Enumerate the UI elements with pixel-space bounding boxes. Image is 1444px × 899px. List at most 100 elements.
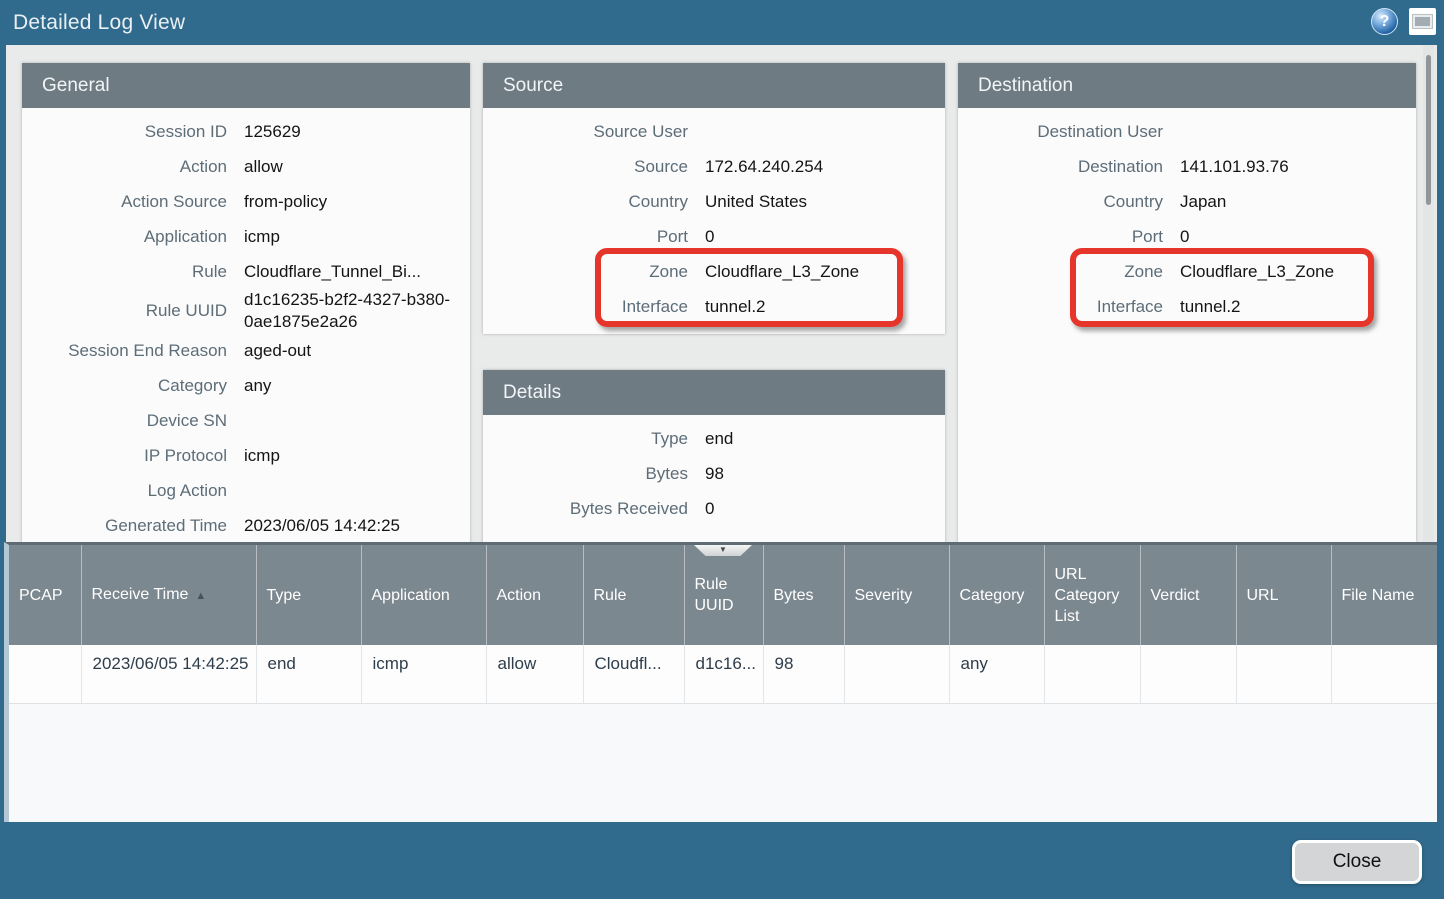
- column-header-severity[interactable]: Severity: [844, 545, 949, 645]
- field-label: Generated Time: [22, 516, 227, 536]
- field-row-rule-uuid: Rule UUIDd1c16235-b2f2-4327-b380-0ae1875…: [22, 289, 470, 333]
- source-panel-title: Source: [483, 75, 563, 97]
- field-value: Japan: [1163, 191, 1416, 213]
- column-header-label: Rule UUID: [695, 576, 734, 614]
- cell-type: end: [256, 645, 361, 703]
- field-label: Action: [22, 157, 227, 177]
- cell-rule: Cloudfl...: [583, 645, 684, 703]
- field-value: Cloudflare_L3_Zone: [688, 261, 945, 283]
- column-header-label: Severity: [855, 587, 913, 604]
- source-panel-header: Source: [483, 63, 945, 108]
- destination-panel-title: Destination: [958, 75, 1073, 97]
- column-header-label: Bytes: [774, 587, 814, 604]
- field-label: Destination User: [958, 122, 1163, 142]
- field-row-port: Port0: [483, 219, 945, 254]
- cell-rule-uuid: d1c16...: [684, 645, 763, 703]
- field-value: Cloudflare_L3_Zone: [1163, 261, 1416, 283]
- column-header-label: File Name: [1342, 587, 1415, 604]
- column-header-receive-time[interactable]: Receive Time ▲: [81, 545, 256, 645]
- field-label: Bytes: [483, 464, 688, 484]
- log-table-body: 2023/06/05 14:42:25endicmpallowCloudfl..…: [9, 645, 1437, 703]
- column-header-category[interactable]: Category: [949, 545, 1044, 645]
- column-header-url-category-list[interactable]: URL Category List: [1044, 545, 1140, 645]
- field-value: 2023/06/05 14:42:25: [227, 515, 470, 537]
- column-header-label: Application: [372, 587, 450, 604]
- field-row-country: CountryUnited States: [483, 184, 945, 219]
- field-row-application: Applicationicmp: [22, 219, 470, 254]
- field-row-type: Typeend: [483, 421, 945, 456]
- content-scrollbar-thumb[interactable]: [1426, 55, 1431, 205]
- cell-url-category-list: [1044, 645, 1140, 703]
- column-header-type[interactable]: Type: [256, 545, 361, 645]
- details-panel-header: Details: [483, 370, 945, 415]
- highlight-box: ZoneCloudflare_L3_ZoneInterfacetunnel.2: [958, 254, 1416, 324]
- log-table-row[interactable]: 2023/06/05 14:42:25endicmpallowCloudfl..…: [9, 645, 1437, 703]
- column-header-verdict[interactable]: Verdict: [1140, 545, 1236, 645]
- field-label: Zone: [483, 262, 688, 282]
- log-table-region: ▼ PCAP Receive Time ▲ Type Application Action…: [4, 542, 1437, 822]
- cell-pcap: [9, 645, 81, 703]
- maximize-window-icon-glyph: [1413, 15, 1432, 28]
- field-label: Country: [958, 192, 1163, 212]
- details-panel-title: Details: [483, 382, 561, 404]
- field-row-device-sn: Device SN: [22, 403, 470, 438]
- field-value: tunnel.2: [688, 296, 945, 318]
- column-header-label: URL Category List: [1055, 566, 1120, 625]
- field-label: Device SN: [22, 411, 227, 431]
- field-label: Session End Reason: [22, 341, 227, 361]
- field-label: Interface: [958, 297, 1163, 317]
- field-value: tunnel.2: [1163, 296, 1416, 318]
- column-header-url[interactable]: URL: [1236, 545, 1331, 645]
- field-row-category: Categoryany: [22, 368, 470, 403]
- cell-receive-time: 2023/06/05 14:42:25: [81, 645, 256, 703]
- field-row-session-end-reason: Session End Reasonaged-out: [22, 333, 470, 368]
- field-label: Session ID: [22, 122, 227, 142]
- cell-bytes: 98: [763, 645, 844, 703]
- field-value: allow: [227, 156, 470, 178]
- column-header-application[interactable]: Application: [361, 545, 486, 645]
- destination-panel-body: Destination User Destination141.101.93.76…: [958, 108, 1416, 324]
- column-header-label: Receive Time: [92, 586, 189, 603]
- sort-ascending-icon: ▲: [195, 590, 206, 602]
- field-row-ip-protocol: IP Protocolicmp: [22, 438, 470, 473]
- help-icon[interactable]: ?: [1371, 8, 1398, 35]
- field-label: Log Action: [22, 481, 227, 501]
- column-header-action[interactable]: Action: [486, 545, 583, 645]
- field-row-bytes-received: Bytes Received0: [483, 491, 945, 526]
- field-row-interface: Interfacetunnel.2: [958, 289, 1416, 324]
- log-table: PCAPReceive Time▲TypeApplicationActionRu…: [9, 545, 1437, 704]
- column-header-rule-uuid[interactable]: Rule UUID: [684, 545, 763, 645]
- column-header-label: Verdict: [1151, 587, 1200, 604]
- content-scrollbar-track[interactable]: [1423, 45, 1434, 542]
- field-label: Bytes Received: [483, 499, 688, 519]
- field-label: Action Source: [22, 192, 227, 212]
- dialog-footer: Close: [0, 822, 1444, 899]
- chevron-down-icon: ▼: [719, 546, 727, 554]
- field-row-port: Port0: [958, 219, 1416, 254]
- field-row-destination: Destination141.101.93.76: [958, 149, 1416, 184]
- column-header-bytes[interactable]: Bytes: [763, 545, 844, 645]
- details-panel: Details TypeendBytes98Bytes Received0: [483, 370, 945, 542]
- field-value: 0: [1163, 226, 1416, 248]
- column-header-file-name[interactable]: File Name: [1331, 545, 1437, 645]
- cell-action: allow: [486, 645, 583, 703]
- log-detail-content: General Session ID125629ActionallowActio…: [6, 45, 1437, 542]
- field-row-zone: ZoneCloudflare_L3_Zone: [958, 254, 1416, 289]
- dialog-title: Detailed Log View: [0, 11, 185, 35]
- field-value: aged-out: [227, 340, 470, 362]
- column-header-label: URL: [1247, 587, 1279, 604]
- maximize-window-icon[interactable]: [1409, 8, 1436, 35]
- field-value: 0: [688, 226, 945, 248]
- field-row-bytes: Bytes98: [483, 456, 945, 491]
- field-row-zone: ZoneCloudflare_L3_Zone: [483, 254, 945, 289]
- general-panel-body: Session ID125629ActionallowAction Source…: [22, 108, 470, 542]
- field-value: icmp: [227, 445, 470, 467]
- dialog-titlebar: Detailed Log View ?: [0, 0, 1444, 45]
- cell-application: icmp: [361, 645, 486, 703]
- column-header-pcap[interactable]: PCAP: [9, 545, 81, 645]
- close-button[interactable]: Close: [1292, 840, 1422, 884]
- column-header-rule[interactable]: Rule: [583, 545, 684, 645]
- field-value: icmp: [227, 226, 470, 248]
- details-panel-body: TypeendBytes98Bytes Received0: [483, 415, 945, 526]
- field-label: Zone: [958, 262, 1163, 282]
